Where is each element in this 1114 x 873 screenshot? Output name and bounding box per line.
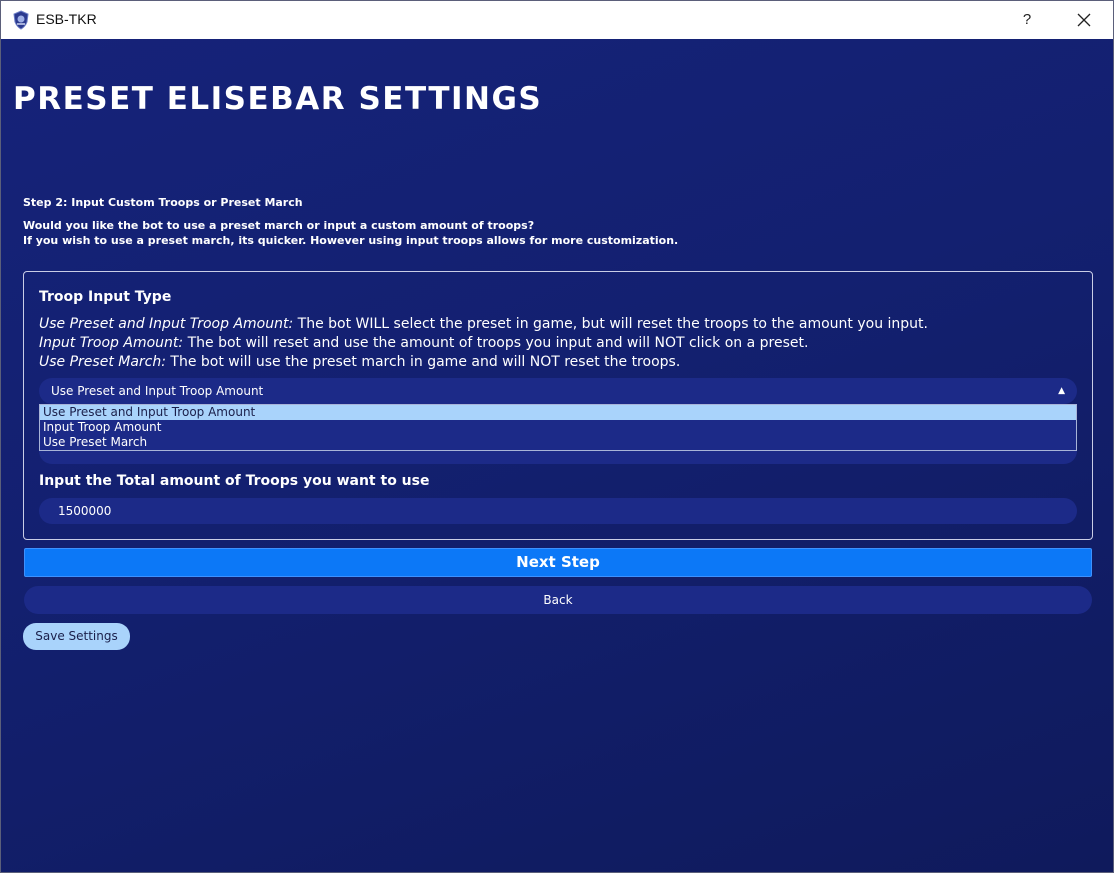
title-bar: ESB-TKR ?	[1, 1, 1113, 39]
explanation-line: Use Preset March: The bot will use the p…	[39, 353, 928, 372]
window-title: ESB-TKR	[36, 11, 97, 27]
option-explanations: Use Preset and Input Troop Amount: The b…	[39, 315, 928, 372]
step-description-line: If you wish to use a preset march, its q…	[23, 234, 679, 247]
help-button[interactable]: ?	[1009, 1, 1045, 39]
explanation-line: Input Troop Amount: The bot will reset a…	[39, 334, 928, 353]
troops-amount-label: Input the Total amount of Troops you wan…	[39, 473, 430, 489]
explanation-text: The bot will use the preset march in gam…	[165, 354, 681, 370]
explanation-text: The bot WILL select the preset in game, …	[293, 316, 928, 332]
dropdown-option[interactable]: Input Troop Amount	[40, 420, 1076, 435]
step-description: Would you like the bot to use a preset m…	[23, 218, 678, 248]
back-button[interactable]: Back	[24, 586, 1092, 614]
explanation-term: Input Troop Amount:	[39, 335, 184, 351]
dropdown-option[interactable]: Use Preset and Input Troop Amount	[40, 405, 1076, 420]
close-button[interactable]	[1065, 1, 1103, 39]
page-title: PRESET ELISEBAR SETTINGS	[13, 81, 543, 117]
explanation-line: Use Preset and Input Troop Amount: The b…	[39, 315, 928, 334]
step-title: Step 2: Input Custom Troops or Preset Ma…	[23, 196, 303, 209]
step-description-line: Would you like the bot to use a preset m…	[23, 219, 535, 232]
next-step-button[interactable]: Next Step	[24, 548, 1092, 577]
troop-input-panel: Troop Input Type Use Preset and Input Tr…	[23, 271, 1093, 540]
select-value: Use Preset and Input Troop Amount	[51, 384, 264, 398]
troops-amount-input[interactable]: 1500000	[39, 498, 1077, 524]
close-icon	[1077, 13, 1091, 27]
panel-heading: Troop Input Type	[39, 289, 172, 305]
chevron-up-icon: ▲	[1058, 386, 1065, 396]
dropdown-option[interactable]: Use Preset March	[40, 435, 1076, 450]
troop-input-type-dropdown: Use Preset and Input Troop Amount Input …	[39, 404, 1077, 451]
troop-input-type-select[interactable]: Use Preset and Input Troop Amount ▲	[39, 378, 1077, 404]
explanation-term: Use Preset March:	[39, 354, 166, 370]
explanation-text: The bot will reset and use the amount of…	[183, 335, 809, 351]
save-settings-button[interactable]: Save Settings	[23, 623, 130, 650]
app-logo-icon	[11, 10, 31, 30]
explanation-term: Use Preset and Input Troop Amount:	[39, 316, 294, 332]
app-window: ESB-TKR ? PRESET ELISEBAR SETTINGS Step …	[0, 0, 1114, 873]
